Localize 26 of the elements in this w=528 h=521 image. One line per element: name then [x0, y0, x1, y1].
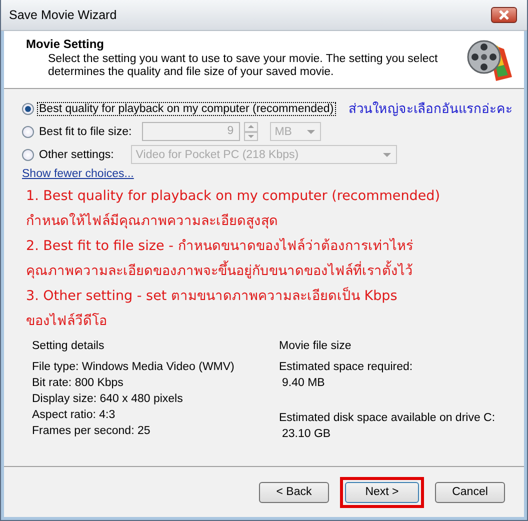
page-heading: Movie Setting — [26, 37, 106, 51]
show-fewer-link[interactable]: Show fewer choices... — [22, 168, 134, 180]
size-value: 9.40 MB — [282, 377, 326, 390]
annotation-text: 2. Best fit to file size - กำหนดขนาดของไฟล์ว่าต้องการเท่าไหร่ — [26, 237, 414, 256]
option-label[interactable]: Best quality for playback on my computer (recommended) — [38, 102, 335, 114]
detail-text: Frames per second: 25 — [32, 425, 152, 438]
wizard-button[interactable]: < Back — [259, 482, 329, 502]
wizard-button[interactable]: Next > — [345, 482, 419, 502]
size-label: Estimated space required: — [279, 361, 414, 374]
size-label: Estimated disk space available on drive C: — [279, 412, 496, 425]
section-heading: Setting details — [32, 340, 106, 353]
section-heading: Movie file size — [279, 340, 352, 353]
annotation-text: 3. Other setting - set ตามขนาดภาพความละเอียดเป็น Kbps — [26, 286, 398, 306]
wizard-button[interactable]: Cancel — [435, 482, 505, 502]
detail-text: Bit rate: 800 Kbps — [32, 377, 124, 390]
annotation-text: กำหนดให้ไฟล์มีคุณภาพความละเอียดสูงสุด — [26, 212, 279, 231]
detail-text: Aspect ratio: 4:3 — [32, 409, 116, 422]
page-description: Select the setting you want to use to save your movie. The setting you select determines the quality and file size of your saved movie. — [48, 53, 438, 79]
annotation-text: ของไฟล์วีดีโอ — [26, 312, 108, 331]
detail-text: File type: Windows Media Video (WMV) — [32, 361, 236, 374]
window-title: Save Movie Wizard — [9, 8, 117, 22]
detail-text: Display size: 640 x 480 pixels — [32, 393, 184, 406]
annotation-note: ส่วนใหญ่จะเลือกอันแรกอ่ะคะ — [348, 100, 513, 119]
size-value: 23.10 GB — [282, 428, 332, 441]
annotation-text: 1. Best quality for playback on my computer (recommended) — [26, 187, 441, 206]
annotation-text: คุณภาพความละเอียดของภาพจะขึ้นอยู่กับขนาดของไฟล์ที่เราตั้งไว้ — [26, 259, 506, 284]
